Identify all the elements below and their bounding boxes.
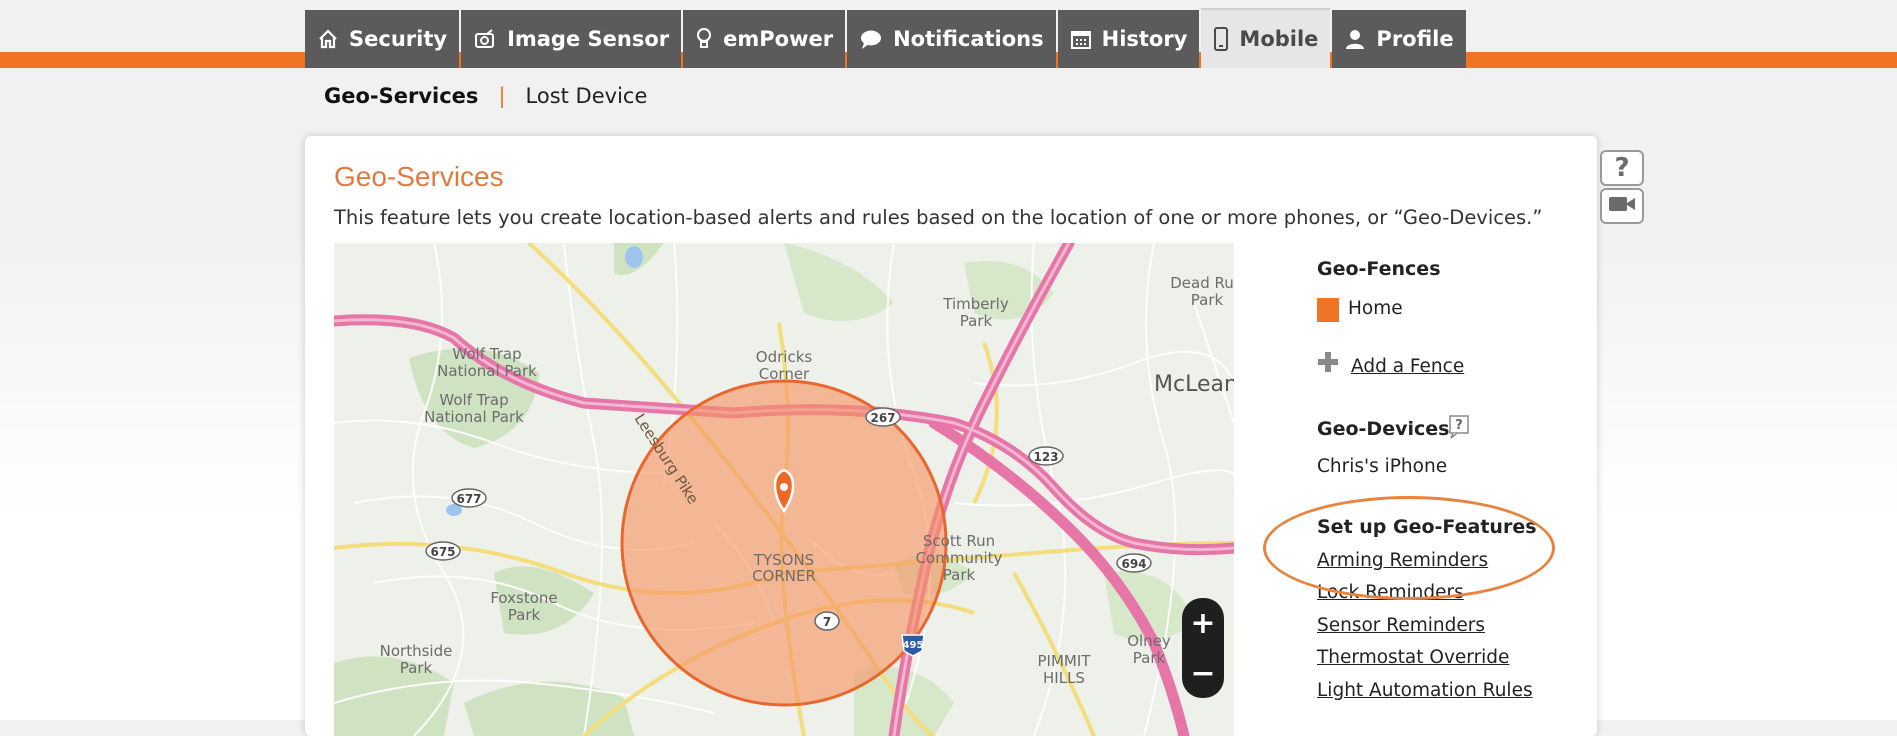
- sub-navigation: Geo-Services | Lost Device: [324, 84, 647, 108]
- map-label: HILLS: [1043, 669, 1085, 687]
- tab-profile[interactable]: Profile: [1332, 10, 1466, 68]
- add-fence-link[interactable]: Add a Fence: [1351, 356, 1464, 377]
- route-7-label: 7: [823, 615, 831, 629]
- map-label: Park: [1191, 291, 1224, 309]
- light-automation-rules-link[interactable]: Light Automation Rules: [1317, 680, 1533, 701]
- map-label: Dead Ru: [1170, 274, 1234, 292]
- video-camera-icon: [1608, 194, 1636, 218]
- thermostat-override-link[interactable]: Thermostat Override: [1317, 647, 1509, 668]
- tab-label: Security: [349, 27, 448, 51]
- map-label: PIMMIT: [1038, 652, 1092, 670]
- tab-empower[interactable]: emPower: [683, 10, 846, 68]
- geo-fences-heading: Geo-Fences: [1317, 258, 1441, 280]
- sensor-reminders-link[interactable]: Sensor Reminders: [1317, 615, 1485, 636]
- svg-text:?: ?: [1455, 418, 1463, 433]
- zoom-out-button[interactable]: −: [1182, 648, 1224, 698]
- map-label: Wolf Trap: [452, 345, 521, 363]
- fence-color-swatch: [1317, 298, 1339, 322]
- map-label: Scott Run: [923, 532, 995, 550]
- tab-label: Image Sensor: [507, 27, 670, 51]
- main-nav-tabs: Security Image Sensor emPower Notificati…: [305, 8, 1468, 68]
- map-label: Park: [400, 659, 433, 677]
- subnav-geo-services[interactable]: Geo-Services: [324, 84, 478, 108]
- tab-label: Profile: [1376, 27, 1454, 51]
- phone-icon: [1213, 27, 1229, 51]
- map-label: Park: [508, 606, 541, 624]
- map-label: Park: [943, 566, 976, 584]
- map-label: Foxstone: [490, 589, 557, 607]
- route-123-label: 123: [1033, 450, 1058, 464]
- route-495-label: 495: [903, 640, 924, 651]
- geo-fence-map[interactable]: 267 123 677 675 694 7 495 Wolf Trap Nati…: [334, 243, 1234, 736]
- map-label: Wolf Trap: [439, 391, 508, 409]
- geo-devices-heading: Geo-Devices: [1317, 418, 1450, 440]
- lightbulb-icon: [695, 27, 713, 51]
- map-label: Community: [916, 549, 1003, 567]
- tab-mobile[interactable]: Mobile: [1201, 8, 1331, 68]
- subnav-lost-device[interactable]: Lost Device: [526, 84, 648, 108]
- tab-label: Notifications: [893, 27, 1044, 51]
- tab-label: History: [1101, 27, 1188, 51]
- fence-home[interactable]: Home: [1348, 298, 1403, 319]
- highlight-annotation: [1263, 496, 1555, 600]
- tab-image-sensor[interactable]: Image Sensor: [461, 10, 682, 68]
- chat-bubble-icon: [859, 28, 883, 50]
- map-label: Northside: [380, 642, 453, 660]
- tab-security[interactable]: Security: [305, 10, 460, 68]
- map-canvas[interactable]: 267 123 677 675 694 7 495 Wolf Trap Nati…: [334, 243, 1234, 736]
- geo-services-panel: Geo-Services This feature lets you creat…: [305, 136, 1597, 736]
- map-label: Park: [960, 312, 993, 330]
- zoom-in-button[interactable]: +: [1182, 598, 1224, 648]
- route-694-label: 694: [1121, 557, 1146, 571]
- map-label: Park: [1133, 649, 1166, 667]
- route-677-label: 677: [456, 492, 481, 506]
- help-button[interactable]: ?: [1600, 150, 1644, 186]
- map-label: CORNER: [752, 567, 816, 585]
- map-label: Olney: [1127, 632, 1171, 650]
- page-title: Geo-Services: [334, 161, 504, 192]
- route-267-label: 267: [870, 411, 895, 425]
- plus-icon[interactable]: [1317, 350, 1339, 378]
- tab-label: Mobile: [1239, 27, 1319, 51]
- route-675-label: 675: [430, 545, 455, 559]
- map-label: National Park: [437, 362, 537, 380]
- tab-notifications[interactable]: Notifications: [847, 10, 1056, 68]
- map-label: National Park: [424, 408, 524, 426]
- tab-history[interactable]: History: [1057, 10, 1200, 68]
- device-chris-iphone[interactable]: Chris's iPhone: [1317, 456, 1447, 477]
- page-description: This feature lets you create location-ba…: [334, 206, 1543, 229]
- map-label: Odricks: [756, 348, 813, 366]
- calendar-icon: [1070, 28, 1092, 50]
- map-label: Corner: [759, 365, 810, 383]
- camera-icon: [473, 28, 497, 50]
- user-icon: [1344, 28, 1366, 50]
- map-label: Timberly: [942, 295, 1009, 313]
- house-icon: [317, 28, 339, 50]
- subnav-separator: |: [498, 84, 506, 108]
- video-help-button[interactable]: [1600, 188, 1644, 224]
- geofence-circle[interactable]: [620, 379, 948, 707]
- map-label: McLean: [1154, 372, 1234, 397]
- help-tooltip-icon[interactable]: ?: [1449, 415, 1469, 443]
- tab-label: emPower: [723, 27, 834, 51]
- map-zoom-control: + −: [1182, 598, 1224, 698]
